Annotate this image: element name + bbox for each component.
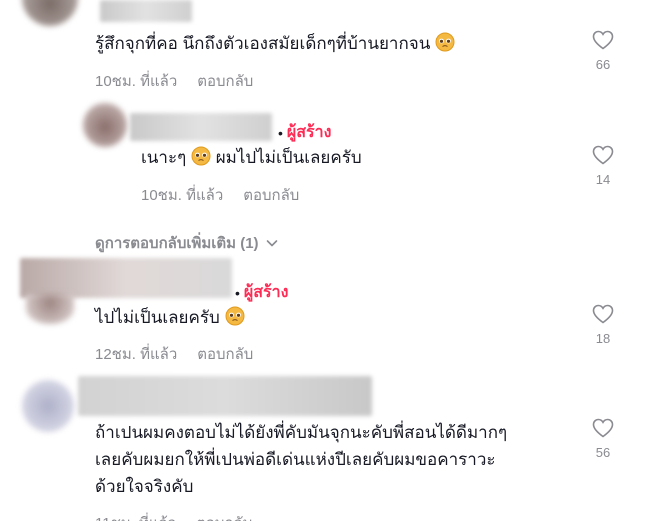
chevron-down-icon: [266, 240, 277, 247]
view-more-replies-button[interactable]: ดูการตอบกลับเพิ่มเติม (1): [95, 231, 279, 255]
separator-dot: •: [278, 124, 283, 141]
reply-time: 10ชม. ที่แล้ว: [141, 187, 224, 204]
creator-label: ผู้สร้าง: [286, 124, 332, 141]
creator-tag: • ผู้สร้าง: [278, 120, 331, 145]
pleading-face-emoji-icon: [191, 146, 211, 166]
comment-text-line: ด้วยใจจริงคับ: [95, 477, 194, 496]
comment-text-line: ถ้าเปนผมคงตอบไม่ได้ยังพี่คับมันจุกนะคับพ…: [95, 423, 508, 442]
reply-button[interactable]: ตอบกลับ: [197, 69, 253, 93]
separator-dot: •: [235, 284, 240, 301]
like-count: 56: [595, 445, 611, 460]
reply-button[interactable]: ตอบกลับ: [197, 342, 253, 366]
like-group: 56: [588, 416, 618, 460]
like-count: 18: [595, 331, 611, 346]
like-group: 18: [588, 302, 618, 346]
pleading-face-emoji-icon: [435, 32, 455, 52]
avatar[interactable]: [22, 380, 74, 432]
reply-meta: 10ชม. ที่แล้ว ตอบกลับ: [141, 183, 299, 207]
comment-time: 11ชม. ที่แล้ว: [95, 511, 176, 521]
reply-text: เนาะๆ ผมไปไม่เป็นเลยครับ: [141, 146, 362, 167]
username-blurred[interactable]: [100, 0, 192, 22]
heart-outline-icon[interactable]: [591, 302, 615, 326]
username-blurred[interactable]: [130, 113, 272, 141]
avatar[interactable]: [22, 0, 78, 26]
comment-meta: 11ชม. ที่แล้ว ตอบกลับ: [95, 511, 252, 521]
username-blurred[interactable]: [20, 258, 232, 298]
heart-outline-icon[interactable]: [591, 28, 615, 52]
like-group: 66: [588, 28, 618, 72]
avatar[interactable]: [26, 294, 74, 324]
like-count: 66: [595, 57, 611, 72]
avatar[interactable]: [83, 103, 127, 147]
like-count: 14: [595, 172, 611, 187]
comment-time: 12ชม. ที่แล้ว: [95, 346, 178, 363]
comment-meta: 10ชม. ที่แล้ว ตอบกลับ: [95, 69, 253, 93]
comment-text: ไปไม่เป็นเลยครับ: [95, 304, 245, 332]
like-group: 14: [588, 143, 618, 187]
heart-outline-icon[interactable]: [591, 416, 615, 440]
comment-text: รู้สึกจุกที่คอ นึกถึงตัวเองสมัยเด็กๆที่บ…: [95, 30, 455, 58]
creator-tag: • ผู้สร้าง: [235, 280, 288, 305]
comment-text-line: เลยคับผมยกให้พี่เปนพ่อดีเด่นแห่งปีเลยคับ…: [95, 450, 496, 469]
reply-button[interactable]: ตอบกลับ: [196, 511, 252, 521]
creator-label: ผู้สร้าง: [243, 284, 289, 301]
username-blurred[interactable]: [78, 376, 372, 416]
comment-meta: 12ชม. ที่แล้ว ตอบกลับ: [95, 342, 253, 366]
comment-time: 10ชม. ที่แล้ว: [95, 73, 178, 90]
reply-button[interactable]: ตอบกลับ: [243, 183, 299, 207]
heart-outline-icon[interactable]: [591, 143, 615, 167]
pleading-face-emoji-icon: [225, 306, 245, 326]
